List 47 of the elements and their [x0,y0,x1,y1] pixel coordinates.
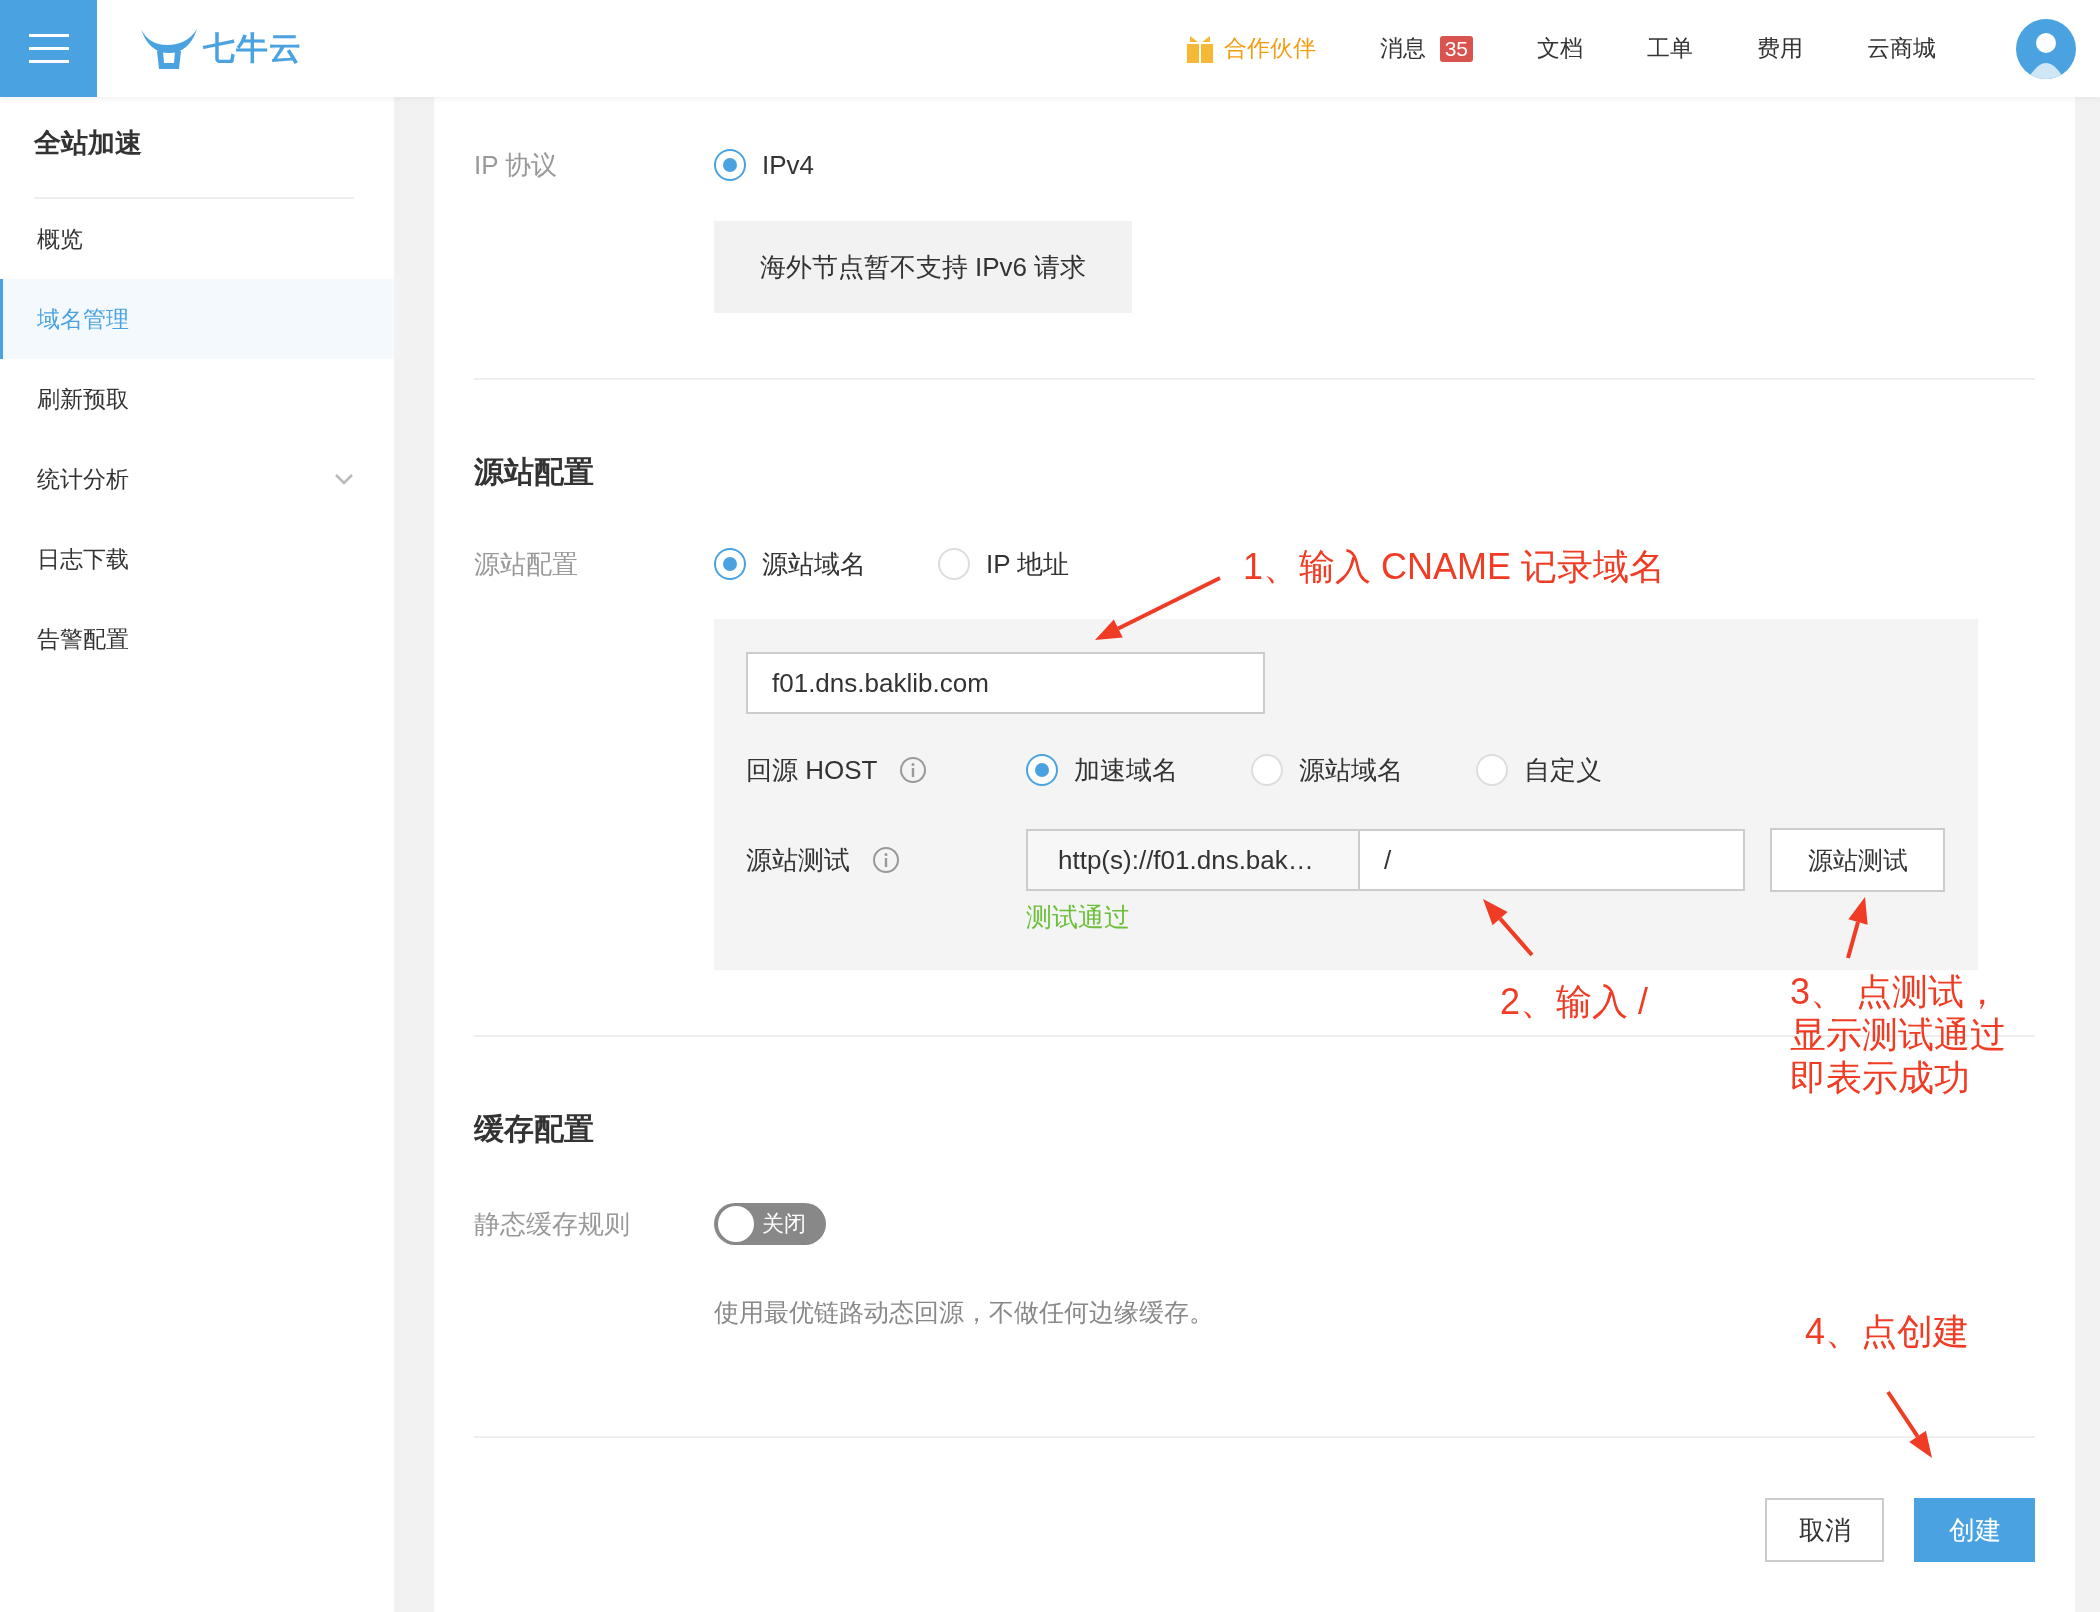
nav-link[interactable]: 云商城 [1867,33,1936,64]
field-label: 源站配置 [474,547,579,581]
nav-link[interactable]: 消息 35 [1379,33,1473,64]
field-label: 静态缓存规则 [474,1207,631,1241]
notice: 海外节点暂不支持 IPv6 请求 [714,221,1132,313]
menu-button[interactable] [0,0,97,97]
radio-option[interactable]: 加速域名 [1026,752,1251,788]
radio-option[interactable]: 自定义 [1476,752,1701,788]
info-icon [899,756,928,784]
logo-text: 七牛云 [203,28,302,68]
test-button[interactable]: 源站测试 [1770,828,1945,892]
sidebar-item[interactable]: 统计分析 [0,439,394,519]
field-label: 回源 HOST [746,753,878,787]
annotation-text: 显示测试通过 [1790,1013,2006,1057]
info-icon [872,846,900,874]
nav-link[interactable]: 工单 [1647,33,1693,64]
nav-link[interactable]: 文档 [1537,33,1583,64]
sidebar-item[interactable]: 日志下载 [0,519,394,599]
menu-icon [28,33,69,64]
annotation-text: 2、输入 / [1500,980,1649,1024]
section-title: 源站配置 [474,454,595,488]
annotation-arrow [1846,897,1868,959]
radio-option[interactable]: 源站域名 [714,546,938,582]
sidebar-item[interactable]: 刷新预取 [0,359,394,439]
domain-input[interactable]: f01.dns.baklib.com [746,652,1265,714]
sidebar-title: 全站加速 [34,119,354,199]
cancel-button[interactable]: 取消 [1765,1498,1884,1562]
section-title: 缓存配置 [474,1111,595,1145]
annotation-arrow [1886,1390,1932,1458]
gift-icon [1185,33,1214,64]
test-result: 测试通过 [1026,901,1130,934]
sidebar-item[interactable]: 概览 [0,199,394,279]
description: 使用最优链路动态回源，不做任何边缘缓存。 [714,1297,1215,1328]
nav-link[interactable]: 费用 [1757,33,1803,64]
annotation-text: 3、 点测试， [1790,970,2001,1014]
annotation-text: 4、点创建 [1805,1310,1970,1354]
annotation-arrow [1483,899,1534,957]
field-label: IP 协议 [474,148,559,182]
field-label: 源站测试 [746,843,850,877]
radio-option[interactable]: IP 地址 [938,546,1162,582]
radio-option[interactable]: 源站域名 [1251,752,1476,788]
count-badge: 35 [1439,35,1473,62]
toggle-switch[interactable]: 关闭 [714,1203,826,1245]
sidebar-item[interactable]: 告警配置 [0,599,394,679]
radio-option[interactable]: IPv4 [714,149,914,181]
annotation-text: 1、输入 CNAME 记录域名 [1243,545,1666,589]
annotation-text: 即表示成功 [1790,1056,1970,1100]
